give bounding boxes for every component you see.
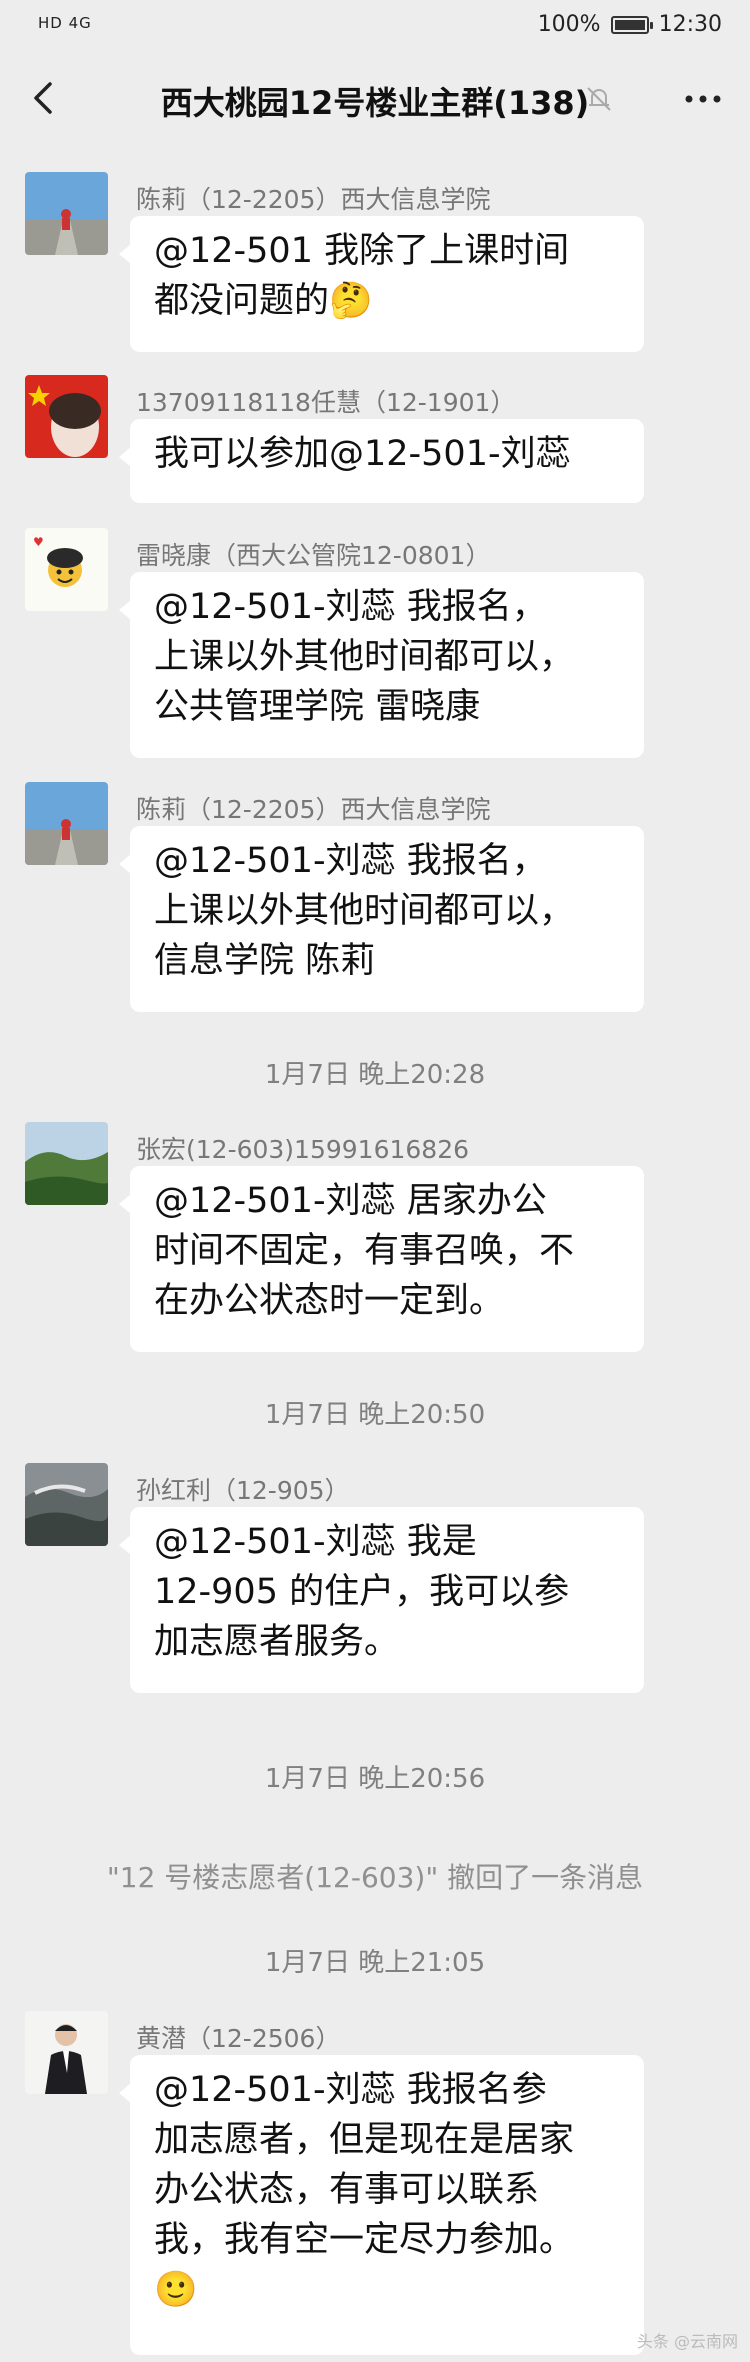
mute-bell-icon [584, 84, 614, 114]
avatar[interactable]: ♥ [25, 528, 108, 611]
watermark: 头条 @云南网 [636, 2332, 738, 2351]
sender-name: 孙红利（12-905） [136, 1476, 350, 1505]
message-bubble[interactable]: @12-501-刘蕊 我是 12-905 的住户，我可以参 加志愿者服务。 [119, 1507, 644, 1693]
avatar[interactable] [25, 172, 108, 255]
svg-text:♥: ♥ [33, 535, 44, 549]
sender-name: 雷晓康（西大公管院12-0801） [136, 541, 491, 570]
timestamp: 1月7日 晚上20:28 [264, 1060, 486, 1090]
message-bubble[interactable]: @12-501-刘蕊 我报名参 加志愿者，但是现在是居家 办公状态，有事可以联系… [119, 2055, 644, 2355]
avatar[interactable] [25, 782, 108, 865]
more-icon[interactable] [680, 82, 726, 116]
battery-level: 100% [537, 12, 601, 37]
message-bubble[interactable]: @12-501 我除了上课时间 都没问题的🤔 [119, 216, 644, 352]
network-indicator: HD 4G [38, 14, 92, 32]
avatar[interactable] [25, 2011, 108, 2094]
message-bubble[interactable]: @12-501-刘蕊 我报名， 上课以外其他时间都可以， 公共管理学院 雷晓康 [119, 572, 644, 758]
timestamp: 1月7日 晚上20:50 [264, 1400, 486, 1430]
recall-notice: "12 号楼志愿者(12-603)" 撤回了一条消息 [106, 1861, 644, 1894]
timestamp: 1月7日 晚上21:05 [264, 1948, 486, 1978]
sender-name: 13709118118任慧（12-1901） [136, 388, 516, 417]
avatar[interactable] [25, 375, 108, 458]
message-bubble[interactable]: 我可以参加@12-501-刘蕊 [119, 419, 644, 503]
sender-name: 陈莉（12-2205）西大信息学院 [136, 795, 491, 824]
timestamp: 1月7日 晚上20:56 [264, 1764, 486, 1794]
status-bar: HD 4G 100% 12:30 [0, 0, 750, 56]
sender-name: 张宏(12-603)15991616826 [136, 1135, 470, 1164]
message-bubble[interactable]: @12-501-刘蕊 我报名， 上课以外其他时间都可以， 信息学院 陈莉 [119, 826, 644, 1012]
avatar[interactable] [25, 1122, 108, 1205]
sender-name: 黄潜（12-2506） [136, 2024, 341, 2053]
message-bubble[interactable]: @12-501-刘蕊 居家办公 时间不固定，有事召唤，不 在办公状态时一定到。 [119, 1166, 644, 1352]
chat-title: 西大桃园12号楼业主群(138) [160, 84, 590, 122]
battery-icon [610, 15, 653, 34]
clock: 12:30 [658, 12, 722, 37]
sender-name: 陈莉（12-2205）西大信息学院 [136, 185, 491, 214]
avatar[interactable] [25, 1463, 108, 1546]
chat-header: 西大桃园12号楼业主群(138) [0, 56, 750, 144]
